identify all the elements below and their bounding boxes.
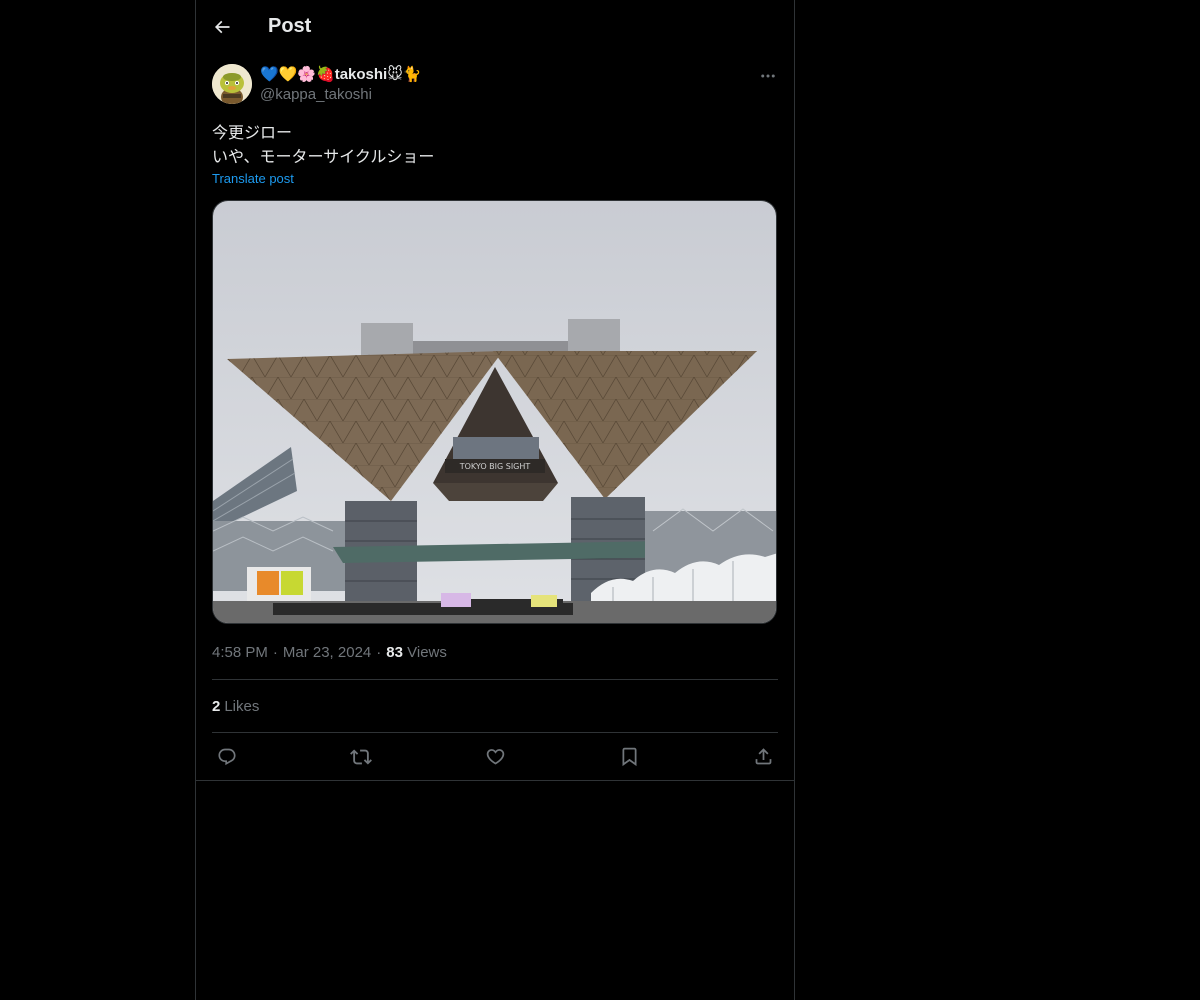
author-handle[interactable]: @kappa_takoshi: [260, 85, 422, 105]
separator-dot: ·: [272, 644, 278, 661]
post-text: 今更ジロー いや、モーターサイクルショー: [212, 125, 435, 166]
back-button[interactable]: [205, 10, 239, 44]
page-title: Post: [268, 15, 312, 37]
post: 💙💛🌸🍓takoshi🐭🐈 @kappa_takoshi 今更ジロー いや、モー…: [196, 64, 794, 781]
page-header: Post: [196, 0, 794, 53]
likes-count: 2: [212, 697, 221, 715]
repost-icon: [350, 749, 372, 764]
primary-column: Post 💙💛🌸🍓takoshi🐭🐈 @kappa_takoshi 今更ジロー …: [195, 0, 795, 1000]
post-time[interactable]: 4:58 PM: [212, 644, 268, 661]
avatar-image: [212, 64, 252, 104]
arrow-left-icon: [214, 20, 230, 33]
bookmark-button[interactable]: [618, 746, 640, 768]
avatar[interactable]: [212, 64, 252, 104]
author-names: 💙💛🌸🍓takoshi🐭🐈 @kappa_takoshi: [260, 65, 422, 105]
post-actions: [212, 733, 778, 780]
reply-button[interactable]: [216, 746, 238, 768]
more-dots-icon: [761, 74, 775, 78]
post-date[interactable]: Mar 23, 2024: [283, 644, 371, 661]
like-button[interactable]: [484, 746, 506, 768]
building-sign-text: TOKYO BIG SIGHT: [459, 462, 531, 471]
post-media[interactable]: TOKYO BIG SIGHT: [212, 200, 777, 624]
separator-dot: ·: [376, 644, 382, 661]
views-count: 83: [386, 644, 403, 661]
likes-stats[interactable]: 2 Likes: [212, 680, 778, 732]
more-options-button[interactable]: [758, 66, 778, 86]
post-metadata: 4:58 PM · Mar 23, 2024 · 83 Views: [212, 643, 778, 663]
bookmark-icon: [622, 747, 636, 767]
reply-icon: [218, 748, 236, 765]
views-label: Views: [407, 644, 447, 661]
post-bottom-border: [196, 780, 794, 781]
post-author: 💙💛🌸🍓takoshi🐭🐈 @kappa_takoshi: [212, 64, 778, 106]
author-display-name[interactable]: 💙💛🌸🍓takoshi🐭🐈: [260, 65, 422, 85]
translate-post-link[interactable]: Translate post: [212, 171, 294, 187]
likes-label: Likes: [224, 697, 260, 715]
share-icon: [755, 748, 771, 765]
heart-icon: [486, 749, 504, 765]
share-button[interactable]: [752, 746, 774, 768]
tokyo-big-sight-photo: TOKYO BIG SIGHT: [213, 201, 776, 623]
repost-button[interactable]: [350, 746, 372, 768]
